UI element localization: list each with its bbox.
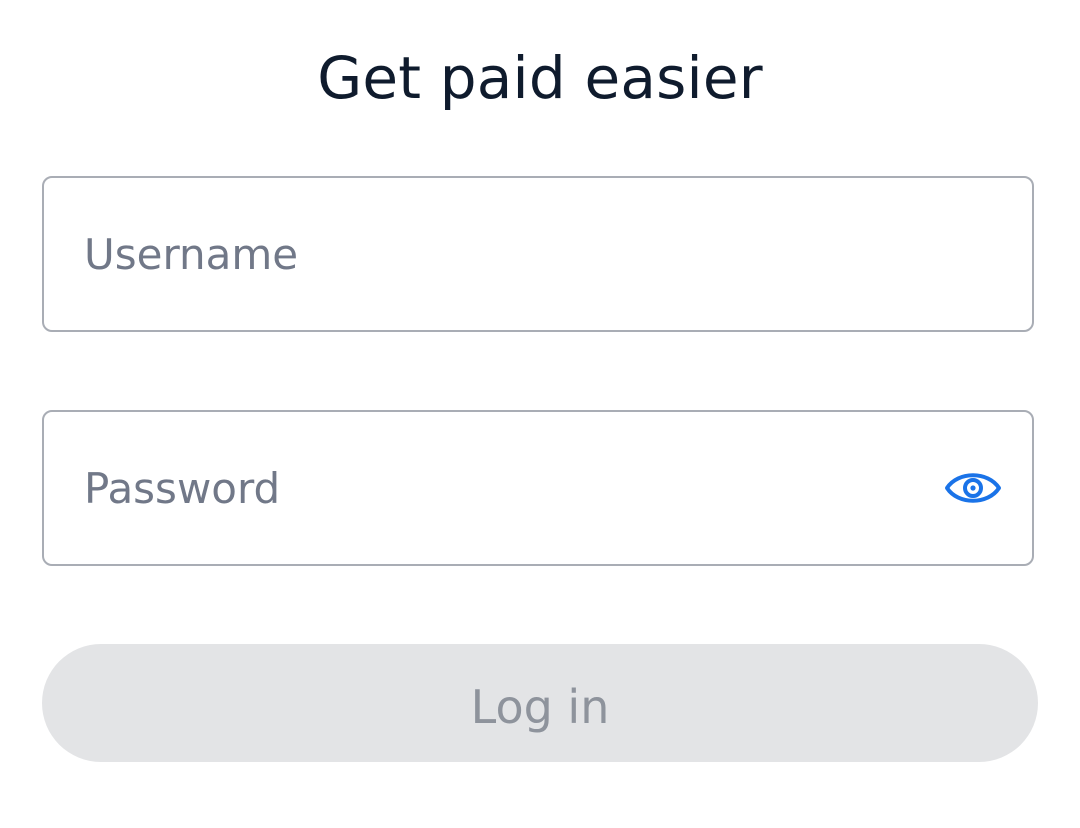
login-button[interactable]: Log in: [42, 644, 1038, 762]
eye-icon[interactable]: [944, 468, 1002, 508]
password-field-container: [42, 410, 1034, 566]
page-title: Get paid easier: [317, 44, 763, 112]
username-input[interactable]: [84, 178, 944, 330]
username-field-container: [42, 176, 1034, 332]
password-input[interactable]: [84, 412, 944, 564]
